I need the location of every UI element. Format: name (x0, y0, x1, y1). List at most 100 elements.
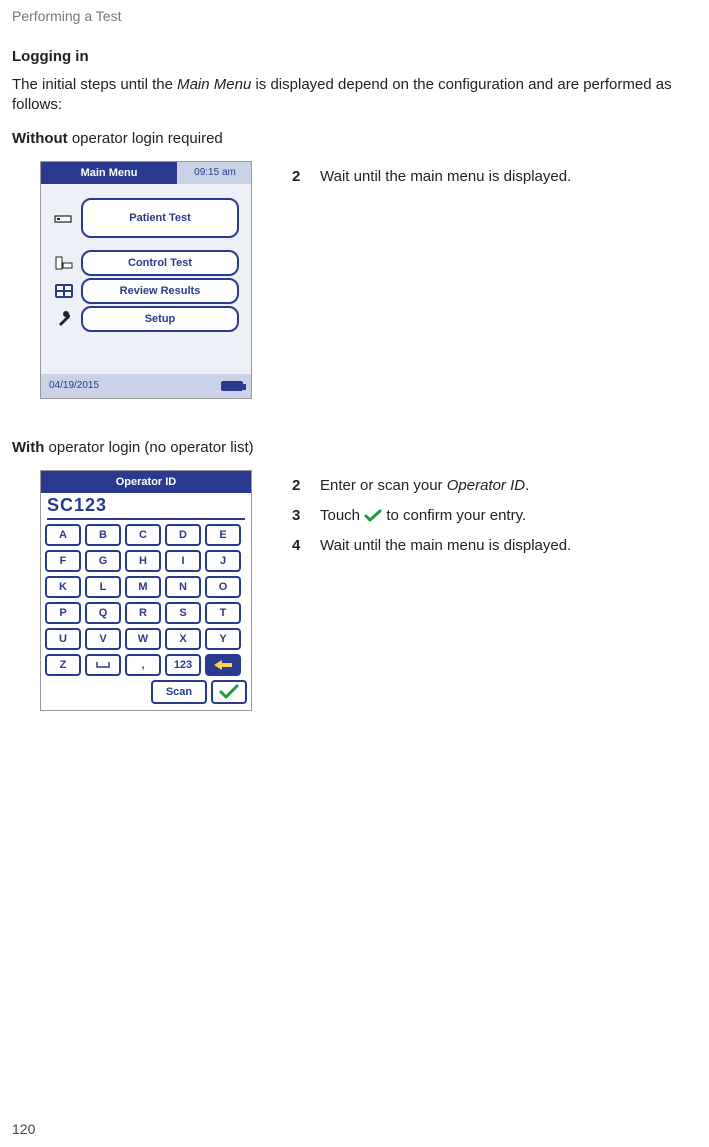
intro-paragraph: The initial steps until the Main Menu is… (12, 75, 697, 116)
subhead-without: Without operator login required (12, 130, 697, 147)
kb-row-4: P Q R S T (45, 602, 247, 624)
key-a[interactable]: A (45, 524, 81, 546)
device2-title: Operator ID (41, 471, 251, 493)
block-with-login: Operator ID SC123 A B C D E F G H I J K … (12, 470, 697, 711)
key-z[interactable]: Z (45, 654, 81, 676)
confirm-button[interactable] (211, 680, 247, 704)
subhead-without-rest: operator login required (68, 130, 223, 147)
key-m[interactable]: M (125, 576, 161, 598)
key-comma[interactable]: , (125, 654, 161, 676)
key-d[interactable]: D (165, 524, 201, 546)
device2-entry-row: SC123 (41, 493, 251, 520)
step-num: 4 (292, 534, 306, 558)
key-r[interactable]: R (125, 602, 161, 624)
scan-button[interactable]: Scan (151, 680, 207, 704)
operator-id-em: Operator ID (447, 477, 525, 494)
operator-id-field[interactable]: SC123 (47, 495, 245, 520)
key-s[interactable]: S (165, 602, 201, 624)
kb-row-5: U V W X Y (45, 628, 247, 650)
key-f[interactable]: F (45, 550, 81, 572)
kb-row-3: K L M N O (45, 576, 247, 598)
battery-icon (221, 381, 243, 391)
kb-row-1: A B C D E (45, 524, 247, 546)
key-n[interactable]: N (165, 576, 201, 598)
page-number: 120 (12, 1121, 35, 1137)
key-i[interactable]: I (165, 550, 201, 572)
vial-icon (53, 252, 75, 274)
space-icon (95, 660, 111, 670)
t: to confirm your entry. (382, 507, 526, 524)
device-operator-id: Operator ID SC123 A B C D E F G H I J K … (40, 470, 252, 711)
patient-test-button[interactable]: Patient Test (81, 198, 239, 238)
step-3-with: 3 Touch to confirm your entry. (292, 504, 571, 528)
check-icon (219, 684, 239, 700)
key-e[interactable]: E (205, 524, 241, 546)
kb-row-6: Z , 123 (45, 654, 247, 676)
key-w[interactable]: W (125, 628, 161, 650)
intro-main-menu-em: Main Menu (177, 76, 251, 93)
step-2-without: 2 Wait until the main menu is displayed. (292, 165, 571, 189)
subhead-with-rest: operator login (no operator list) (44, 439, 253, 456)
intro-text-1: The initial steps until the (12, 76, 177, 93)
control-test-button[interactable]: Control Test (81, 250, 239, 276)
key-x[interactable]: X (165, 628, 201, 650)
t: Enter or scan your (320, 477, 447, 494)
step-text: Wait until the main menu is displayed. (320, 165, 571, 189)
key-123[interactable]: 123 (165, 654, 201, 676)
row-setup: Setup (53, 306, 239, 332)
key-b[interactable]: B (85, 524, 121, 546)
kb-row-2: F G H I J (45, 550, 247, 572)
key-l[interactable]: L (85, 576, 121, 598)
results-icon (53, 280, 75, 302)
step-2-with: 2 Enter or scan your Operator ID. (292, 474, 571, 498)
key-t[interactable]: T (205, 602, 241, 624)
steps-without: 2 Wait until the main menu is displayed. (292, 161, 571, 195)
key-v[interactable]: V (85, 628, 121, 650)
section-title: Logging in (12, 48, 697, 65)
key-space[interactable] (85, 654, 121, 676)
device1-time: 09:15 am (179, 162, 251, 184)
device1-date: 04/19/2015 (49, 380, 99, 391)
key-c[interactable]: C (125, 524, 161, 546)
row-patient-test: Patient Test (53, 198, 239, 238)
t: . (525, 477, 529, 494)
kb-bottom-row: Scan (45, 680, 247, 704)
step-num: 3 (292, 504, 306, 528)
running-header: Performing a Test (12, 8, 697, 24)
key-h[interactable]: H (125, 550, 161, 572)
device-main-menu: Main Menu 09:15 am Patient Test Control … (40, 161, 252, 399)
row-review-results: Review Results (53, 278, 239, 304)
key-g[interactable]: G (85, 550, 121, 572)
key-u[interactable]: U (45, 628, 81, 650)
strip-icon (53, 207, 75, 229)
subhead-with-bold: With (12, 439, 44, 456)
subhead-without-bold: Without (12, 130, 68, 147)
key-y[interactable]: Y (205, 628, 241, 650)
keyboard: A B C D E F G H I J K L M N O P (41, 520, 251, 710)
device1-footer: 04/19/2015 (41, 374, 251, 398)
key-backspace[interactable] (205, 654, 241, 676)
step-num: 2 (292, 165, 306, 189)
key-p[interactable]: P (45, 602, 81, 624)
backspace-arrow-icon (212, 658, 234, 672)
steps-with: 2 Enter or scan your Operator ID. 3 Touc… (292, 470, 571, 564)
step-4-with: 4 Wait until the main menu is displayed. (292, 534, 571, 558)
step-text: Touch to confirm your entry. (320, 504, 526, 528)
device1-titlebar: Main Menu 09:15 am (41, 162, 251, 184)
t: Touch (320, 507, 364, 524)
subhead-with: With operator login (no operator list) (12, 439, 697, 456)
device1-body: Patient Test Control Test Review Results (41, 184, 251, 374)
row-control-test: Control Test (53, 250, 239, 276)
setup-button[interactable]: Setup (81, 306, 239, 332)
check-icon (364, 509, 382, 523)
device1-title: Main Menu (41, 162, 179, 184)
key-o[interactable]: O (205, 576, 241, 598)
key-j[interactable]: J (205, 550, 241, 572)
key-q[interactable]: Q (85, 602, 121, 624)
wrench-icon (53, 308, 75, 330)
review-results-button[interactable]: Review Results (81, 278, 239, 304)
step-text: Wait until the main menu is displayed. (320, 534, 571, 558)
block-without-login: Main Menu 09:15 am Patient Test Control … (12, 161, 697, 399)
step-text: Enter or scan your Operator ID. (320, 474, 529, 498)
key-k[interactable]: K (45, 576, 81, 598)
